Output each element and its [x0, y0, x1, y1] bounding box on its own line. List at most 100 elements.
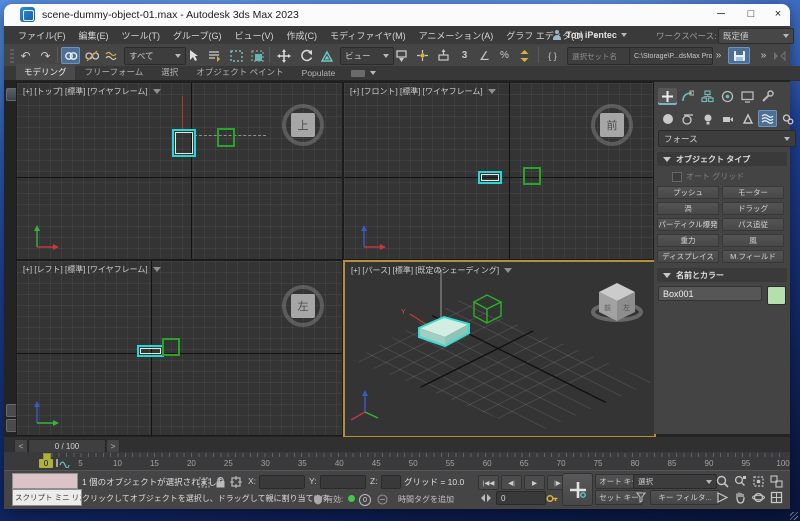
object-type-button[interactable]: パス追従 [722, 218, 784, 231]
percent-snap-icon[interactable]: % [495, 47, 514, 64]
chevron-down-icon[interactable] [370, 71, 377, 75]
use-pivot-center-icon[interactable] [392, 47, 411, 64]
viewport-left[interactable]: [+] [レフト] [標準] [ワイヤフレーム] 左 [16, 260, 343, 436]
object-type-button[interactable]: モーター [722, 186, 784, 199]
next-frame-button[interactable]: > [106, 439, 120, 453]
rectangular-selection-region-icon[interactable] [227, 47, 246, 64]
viewport-left-label[interactable]: [+] [レフト] [標準] [ワイヤフレーム] [23, 264, 161, 275]
minimize-button[interactable]: ─ [706, 4, 736, 24]
pan-hand-icon[interactable] [732, 490, 748, 504]
playback-button[interactable]: ◀| [501, 475, 522, 490]
bind-to-spacewarp-icon[interactable] [103, 47, 122, 64]
current-frame-field[interactable]: 0 [496, 491, 546, 505]
undo-icon[interactable]: ↶ [16, 47, 35, 64]
playback-button[interactable]: |◀◀ [478, 475, 499, 490]
cameras-icon[interactable] [718, 110, 737, 127]
select-and-scale-icon[interactable] [318, 47, 337, 64]
selected-box-object[interactable] [478, 171, 502, 184]
menu-item[interactable]: ファイル(F) [18, 29, 66, 42]
user-account-button[interactable]: Tori iPentec [552, 27, 648, 42]
menu-item[interactable]: 作成(C) [286, 29, 317, 42]
object-name-field[interactable] [658, 286, 762, 301]
object-type-button[interactable]: 風 [722, 234, 784, 247]
object-type-button[interactable]: プッシュ [657, 186, 719, 199]
viewport-top-label[interactable]: [+] [トップ] [標準] [ワイヤフレーム] [23, 86, 161, 97]
hierarchy-tab-icon[interactable] [698, 88, 717, 105]
utilities-tab-icon[interactable] [758, 88, 777, 105]
save-file-icon[interactable] [728, 47, 750, 64]
space-warps-icon[interactable] [758, 110, 777, 127]
set-keys-button[interactable] [562, 473, 593, 506]
ribbon-tab[interactable]: 選択 [153, 64, 186, 80]
mirror-icon[interactable] [770, 47, 789, 64]
viewport-top[interactable]: [+] [トップ] [標準] [ワイヤフレーム] 上 [16, 82, 343, 260]
playback-button[interactable]: ▶ [524, 475, 545, 490]
ribbon-tab[interactable]: フリーフォーム [77, 64, 152, 80]
object-type-button[interactable]: パーティクル爆発 [657, 218, 719, 231]
viewcube[interactable]: 前 [591, 104, 633, 146]
viewport-front[interactable]: [+] [フロント] [標準] [ワイヤフレーム] 前 [343, 82, 654, 260]
object-color-swatch[interactable] [767, 286, 786, 305]
dummy-helper-object[interactable] [162, 338, 180, 356]
named-selection-sets-icon[interactable]: { } [543, 47, 562, 64]
ribbon-tab[interactable]: オブジェクト ペイント [188, 64, 291, 80]
close-button[interactable]: × [766, 4, 790, 24]
ribbon-tab[interactable]: モデリング [16, 64, 75, 80]
menu-item[interactable]: モディファイヤ(M) [330, 29, 406, 42]
object-type-button[interactable]: 渦 [657, 202, 719, 215]
key-mode-toggle-icon[interactable] [478, 491, 494, 505]
systems-icon[interactable] [778, 110, 797, 127]
display-tab-icon[interactable] [738, 88, 757, 105]
snap-toggle-3d-icon[interactable]: 3 [455, 47, 474, 64]
name-color-rollout-header[interactable]: 名前とカラー [657, 268, 787, 282]
select-and-manipulate-icon[interactable] [413, 47, 432, 64]
time-slider-handle[interactable]: 0 / 100 [28, 439, 106, 453]
filter-icon[interactable] [504, 268, 513, 274]
filter-icon[interactable] [152, 89, 161, 95]
reference-coordinate-dropdown[interactable]: ビュー [340, 47, 394, 65]
minus-circle-icon[interactable] [374, 492, 390, 506]
select-object-icon[interactable] [184, 47, 203, 64]
zoom-extents-icon[interactable] [750, 474, 766, 488]
viewport-front-label[interactable]: [+] [フロント] [標準] [ワイヤフレーム] [350, 86, 496, 97]
menu-item[interactable]: アニメーション(A) [419, 29, 494, 42]
geometry-icon[interactable] [658, 110, 677, 127]
object-type-rollout-header[interactable]: オブジェクト タイプ [657, 152, 787, 166]
spinner-snap-icon[interactable] [515, 47, 534, 64]
object-type-button[interactable]: 重力 [657, 234, 719, 247]
menu-item[interactable]: ツール(T) [122, 29, 161, 42]
selected-box-object[interactable] [172, 129, 196, 157]
selection-filter-dropdown[interactable]: すべて [124, 47, 186, 65]
maxscript-mini-listener[interactable]: スクリプト ミニ リス [12, 489, 82, 506]
viewport-perspective-label[interactable]: [+] [パース] [標準] [既定のシェーディング] [351, 265, 513, 276]
lights-icon[interactable] [698, 110, 717, 127]
dummy-helper-object[interactable] [523, 167, 541, 185]
dummy-helper-object[interactable] [217, 128, 235, 147]
create-tab-icon[interactable] [658, 88, 677, 105]
object-type-button[interactable]: ドラッグ [722, 202, 784, 215]
toolbar-overflow-icon[interactable]: » [709, 47, 728, 64]
window-crossing-icon[interactable] [248, 47, 267, 64]
key-filters-icon[interactable] [633, 490, 649, 504]
orbit-icon[interactable] [750, 490, 766, 504]
absolute-offset-mode-icon[interactable] [228, 475, 244, 489]
zoom-all-icon[interactable] [732, 474, 748, 488]
spacewarp-category-dropdown[interactable]: フォース [658, 130, 796, 147]
shapes-icon[interactable] [678, 110, 697, 127]
time-slider-track[interactable] [4, 437, 790, 453]
helpers-icon[interactable] [738, 110, 757, 127]
checkbox-icon[interactable] [672, 171, 682, 182]
motion-tab-icon[interactable] [718, 88, 737, 105]
select-by-name-icon[interactable] [205, 47, 224, 64]
viewcube[interactable]: 上 [282, 104, 324, 146]
add-time-tag[interactable]: 時間タグを追加 [398, 494, 454, 505]
angle-snap-icon[interactable]: ∠ [475, 47, 494, 64]
isolate-selection-icon[interactable] [196, 475, 212, 489]
menu-item[interactable]: グループ(G) [173, 29, 221, 42]
zoom-extents-all-icon[interactable] [768, 474, 784, 488]
menu-item[interactable]: 編集(E) [79, 29, 109, 42]
ribbon-minimize-icon[interactable] [351, 70, 366, 77]
z-coordinate-field[interactable] [381, 475, 401, 489]
key-icon[interactable] [544, 491, 560, 505]
selection-set-dropdown[interactable]: 選択 [633, 474, 717, 489]
